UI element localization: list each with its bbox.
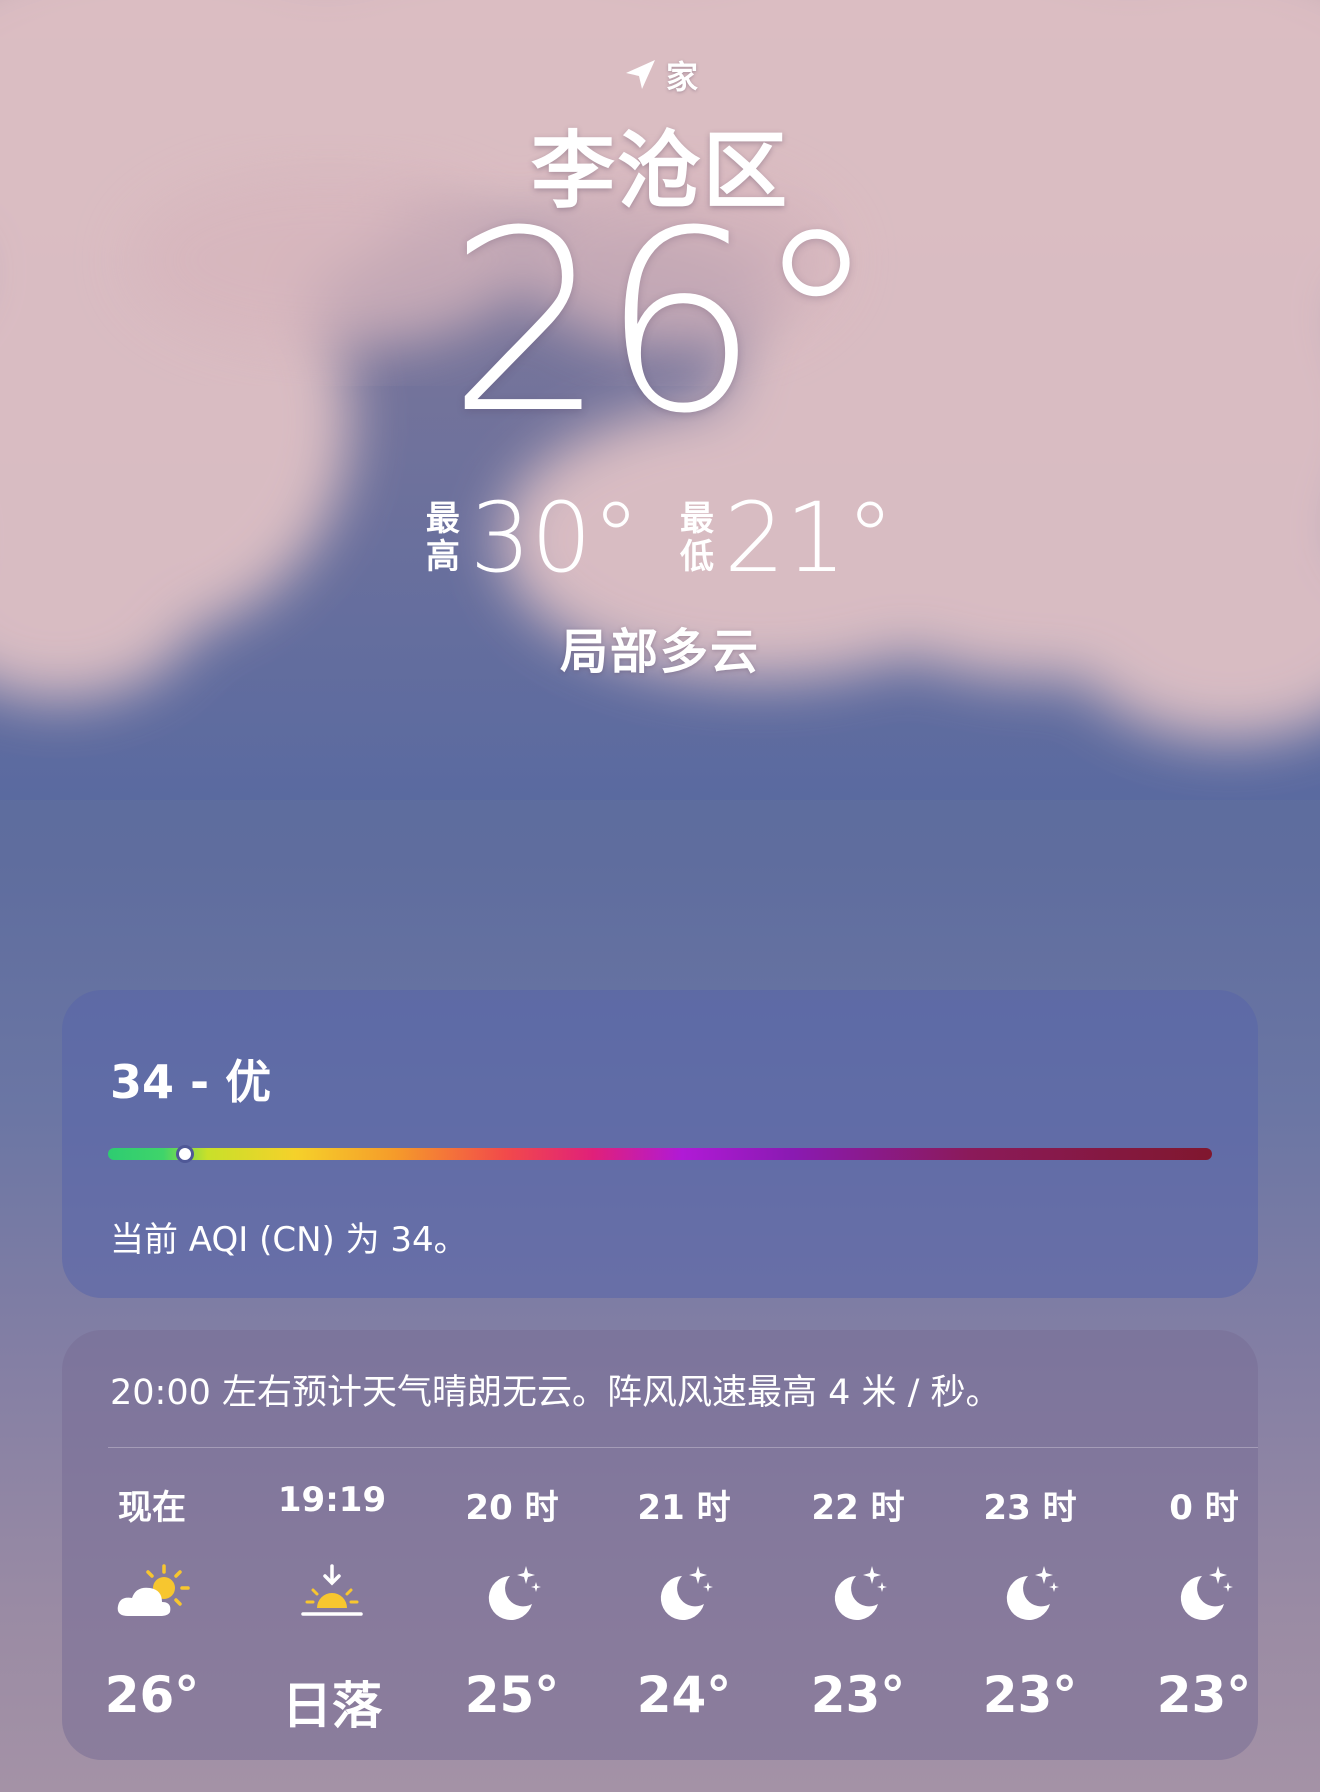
hour-item: 21 时 24° xyxy=(614,1480,754,1724)
air-quality-card[interactable]: 34 - 优 当前 AQI (CN) 为 34。 xyxy=(62,990,1258,1298)
low-label: 最 低 xyxy=(680,499,714,577)
forecast-summary: 20:00 左右预计天气晴朗无云。阵风风速最高 4 米 / 秒。 xyxy=(110,1373,1001,1413)
location-arrow-icon xyxy=(625,60,655,89)
location-tag-label: 家 xyxy=(665,58,698,96)
hour-item: 23 时 23° xyxy=(960,1480,1100,1724)
divider xyxy=(108,1447,1258,1448)
aqi-description: 当前 AQI (CN) 为 34。 xyxy=(110,1220,468,1260)
hour-temperature: 日落 xyxy=(282,1677,382,1735)
hour-label: 现在 xyxy=(118,1488,186,1528)
aqi-title: 34 - 优 xyxy=(110,1055,272,1109)
high-value: 30° xyxy=(469,482,640,594)
hour-label: 21 时 xyxy=(637,1488,731,1528)
moon-stars-icon xyxy=(442,1558,582,1628)
hour-temperature: 23° xyxy=(810,1666,906,1724)
weather-app-screen: { "header": { "location_tag": "家", "city… xyxy=(0,0,1320,1792)
hour-label: 22 时 xyxy=(811,1488,905,1528)
partly-cloudy-sun-icon xyxy=(82,1558,222,1628)
hour-label: 20 时 xyxy=(465,1488,559,1528)
hour-item: 0 时 23° xyxy=(1134,1480,1258,1724)
moon-stars-icon xyxy=(788,1558,928,1628)
hour-temperature: 26° xyxy=(104,1666,200,1724)
moon-stars-icon xyxy=(614,1558,754,1628)
high-low-temperatures: 最 高 30° 最 低 21° xyxy=(0,490,1320,586)
hour-label: 19:19 xyxy=(277,1480,387,1520)
sunset-icon xyxy=(262,1558,402,1628)
aqi-indicator-dot xyxy=(176,1145,195,1163)
moon-stars-icon xyxy=(1134,1558,1258,1628)
hour-temperature: 25° xyxy=(464,1666,560,1724)
high-label: 最 高 xyxy=(425,499,460,577)
weather-condition: 局部多云 xyxy=(559,624,760,680)
high-temperature: 最 高 30° xyxy=(426,490,640,586)
hour-temperature: 23° xyxy=(982,1666,1078,1724)
low-temperature: 最 低 21° xyxy=(680,490,894,586)
hour-temperature: 24° xyxy=(636,1666,732,1724)
current-temperature: 26° xyxy=(447,177,878,468)
aqi-scale-bar xyxy=(108,1148,1212,1160)
hour-item: 20 时 25° xyxy=(442,1480,582,1724)
hour-item: 22 时 23° xyxy=(788,1480,928,1724)
hour-label: 0 时 xyxy=(1169,1488,1239,1528)
hour-temperature: 23° xyxy=(1156,1666,1252,1724)
moon-stars-icon xyxy=(960,1558,1100,1628)
hour-label: 23 时 xyxy=(983,1488,1077,1528)
low-value: 21° xyxy=(724,482,895,594)
hour-item: 现在 26° xyxy=(82,1480,222,1724)
hour-item: 19:19 日落 xyxy=(262,1480,402,1738)
location-tag: 家 xyxy=(0,52,1320,98)
hourly-forecast-card[interactable]: 20:00 左右预计天气晴朗无云。阵风风速最高 4 米 / 秒。 现在 26° … xyxy=(62,1330,1258,1760)
